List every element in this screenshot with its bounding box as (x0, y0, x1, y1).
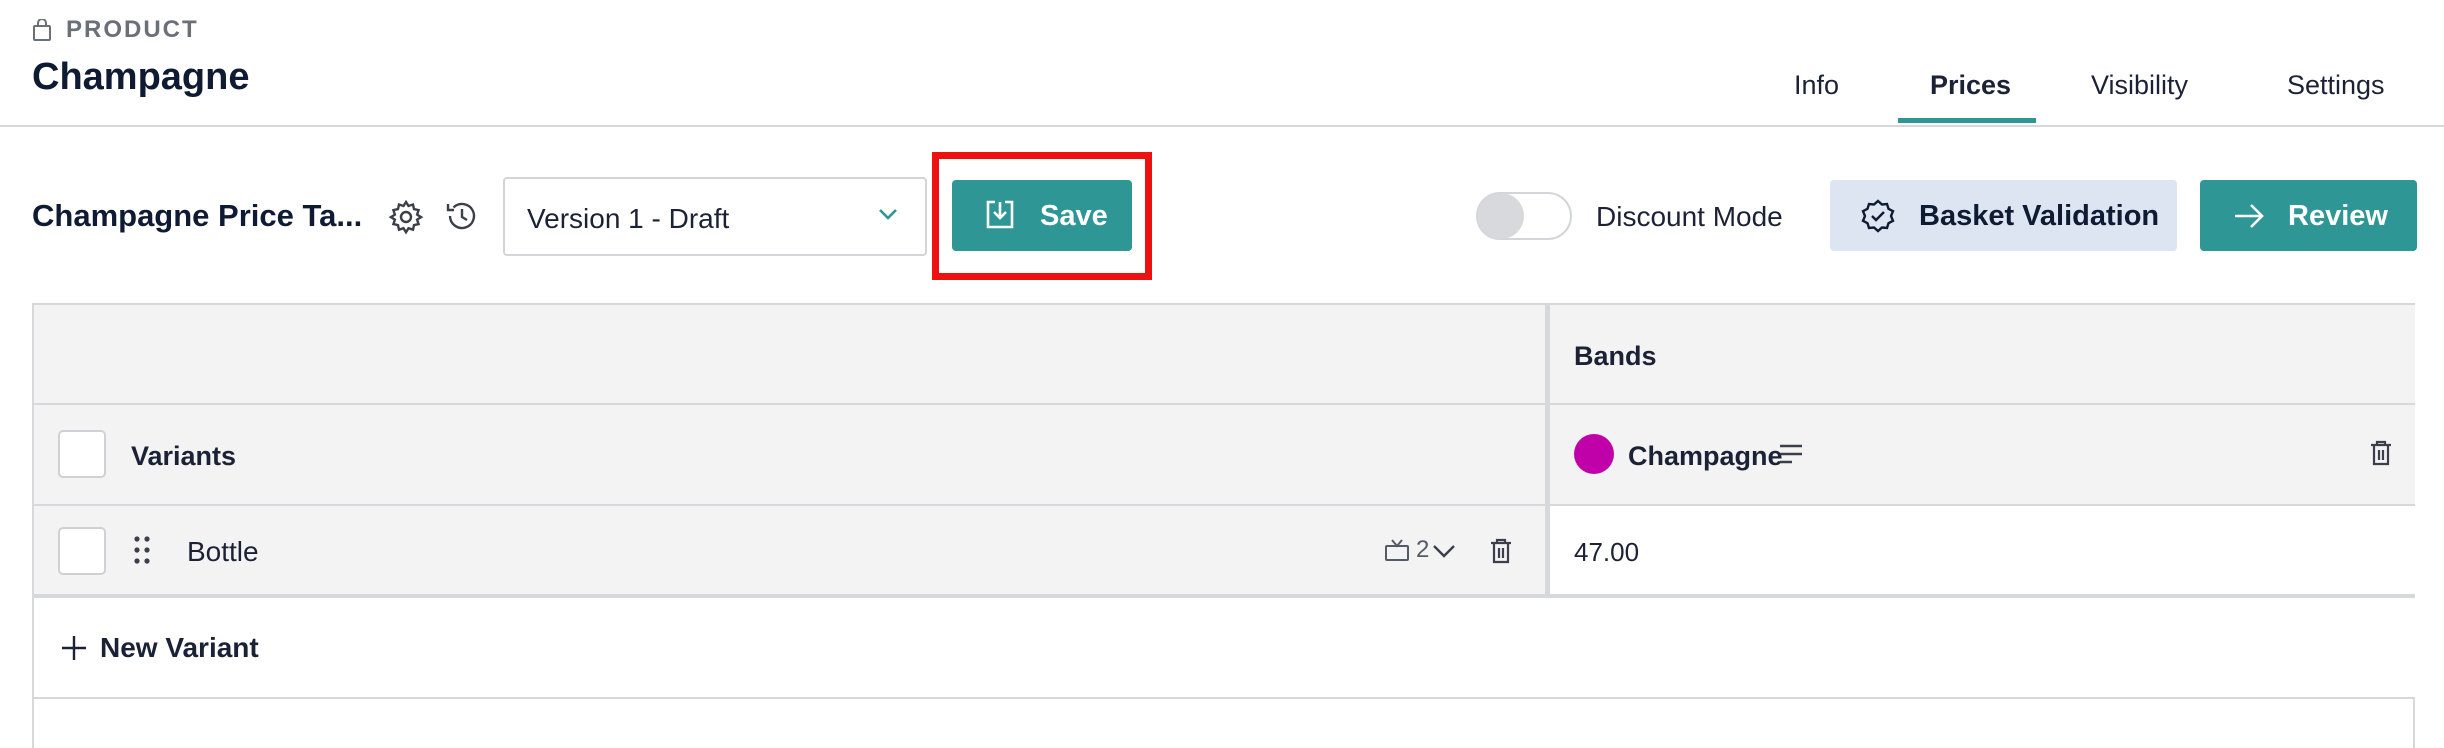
page-header: PRODUCT Champagne Info Prices Visibility… (0, 0, 2444, 127)
basket-validation-label: Basket Validation (1919, 200, 2160, 232)
version-select[interactable]: Version 1 - Draft (503, 177, 927, 256)
table-row: Bottle 2 (34, 506, 1545, 598)
save-button[interactable]: Save (952, 180, 1132, 251)
new-variant-row: New Variant (34, 598, 2415, 699)
version-select-value: Version 1 - Draft (527, 203, 730, 234)
save-download-icon (986, 200, 1014, 229)
arrow-right-icon (2235, 204, 2264, 228)
product-section-label: PRODUCT (32, 16, 199, 44)
shopping-bag-icon (33, 19, 51, 41)
save-button-label: Save (1040, 200, 1108, 232)
price-table: Bands Variants Champagne Bottle 2 47.00 … (32, 303, 2415, 748)
review-button-label: Review (2288, 200, 2388, 232)
chevron-down-icon[interactable] (1432, 544, 1456, 558)
page-title: Champagne (32, 56, 250, 98)
tab-prices[interactable]: Prices (1930, 70, 2011, 101)
product-label-text: PRODUCT (66, 16, 199, 43)
variants-header: Variants (34, 405, 1545, 506)
variants-header-label: Variants (131, 441, 237, 471)
plus-icon (62, 636, 86, 660)
discount-mode-label: Discount Mode (1596, 201, 1783, 232)
table-header-left (34, 303, 1545, 405)
discount-mode-toggle[interactable] (1476, 192, 1572, 240)
bands-header: Bands (1545, 303, 2415, 405)
history-icon[interactable] (442, 196, 482, 236)
tab-info[interactable]: Info (1794, 70, 1839, 101)
basket-validation-button[interactable]: Basket Validation (1830, 180, 2177, 251)
new-variant-label: New Variant (100, 632, 259, 663)
band-color-swatch[interactable] (1574, 434, 1614, 474)
tab-visibility[interactable]: Visibility (2091, 70, 2188, 101)
variant-name[interactable]: Bottle (187, 536, 259, 568)
select-all-checkbox[interactable] (58, 430, 106, 478)
delete-band-trash-icon[interactable] (2369, 439, 2393, 467)
drag-handle-icon[interactable] (134, 536, 150, 564)
band-column-header: Champagne (1545, 405, 2415, 506)
align-left-icon[interactable] (1778, 443, 1804, 465)
settings-gear-icon[interactable] (386, 197, 426, 237)
variant-count-value: 2 (1416, 536, 1430, 563)
verified-badge-icon (1861, 199, 1895, 233)
bands-header-label: Bands (1574, 341, 1657, 371)
review-button[interactable]: Review (2200, 180, 2417, 251)
price-cell[interactable]: 47.00 (1545, 506, 2415, 598)
price-value: 47.00 (1574, 537, 1640, 567)
new-variant-button[interactable]: New Variant (60, 632, 259, 664)
delete-variant-trash-icon[interactable] (1489, 537, 1513, 565)
row-checkbox[interactable] (58, 527, 106, 575)
band-name: Champagne (1628, 441, 1783, 471)
channel-tv-icon (1385, 539, 1409, 561)
variant-count[interactable]: 2 (1384, 536, 1429, 564)
chevron-down-icon (879, 209, 897, 220)
toggle-knob (1478, 193, 1524, 239)
active-tab-indicator (1898, 118, 2036, 123)
price-table-title: Champagne Price Ta... (32, 198, 363, 233)
tab-settings[interactable]: Settings (2287, 70, 2385, 101)
